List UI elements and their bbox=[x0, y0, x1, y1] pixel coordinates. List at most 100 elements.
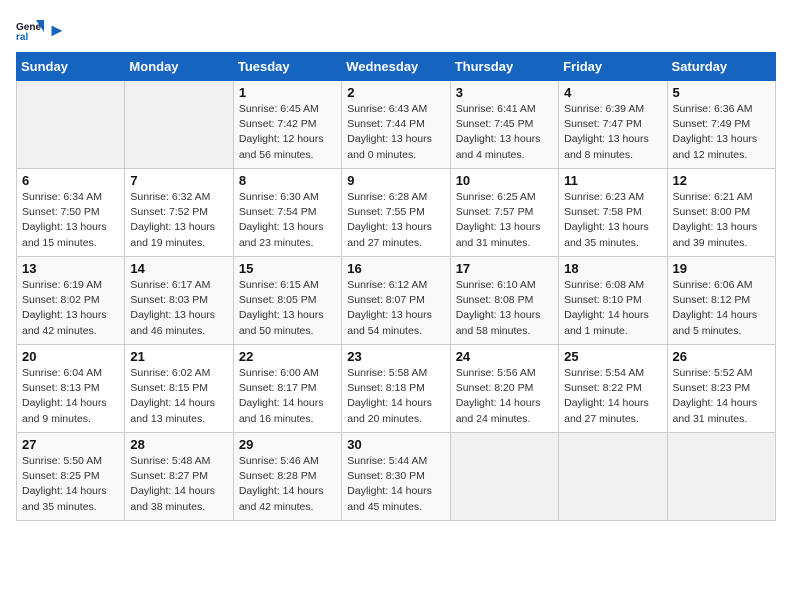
day-info: Sunrise: 6:00 AM Sunset: 8:17 PM Dayligh… bbox=[239, 366, 336, 427]
day-number: 8 bbox=[239, 173, 336, 188]
day-info: Sunrise: 6:21 AM Sunset: 8:00 PM Dayligh… bbox=[673, 190, 770, 251]
day-number: 15 bbox=[239, 261, 336, 276]
day-number: 18 bbox=[564, 261, 661, 276]
day-number: 22 bbox=[239, 349, 336, 364]
day-info: Sunrise: 5:52 AM Sunset: 8:23 PM Dayligh… bbox=[673, 366, 770, 427]
day-info: Sunrise: 6:45 AM Sunset: 7:42 PM Dayligh… bbox=[239, 102, 336, 163]
table-cell: 23 Sunrise: 5:58 AM Sunset: 8:18 PM Dayli… bbox=[342, 345, 450, 433]
table-cell: 27Sunrise: 5:50 AM Sunset: 8:25 PM Dayli… bbox=[17, 433, 125, 521]
day-info: Sunrise: 6:06 AM Sunset: 8:12 PM Dayligh… bbox=[673, 278, 770, 339]
day-info: Sunrise: 5:44 AM Sunset: 8:30 PM Dayligh… bbox=[347, 454, 444, 515]
day-number: 1 bbox=[239, 85, 336, 100]
week-row-3: 13 Sunrise: 6:19 AM Sunset: 8:02 PM Dayli… bbox=[17, 257, 776, 345]
table-cell: 14 Sunrise: 6:17 AM Sunset: 8:03 PM Dayli… bbox=[125, 257, 233, 345]
day-number: 4 bbox=[564, 85, 661, 100]
day-number: 24 bbox=[456, 349, 553, 364]
day-number: 23 bbox=[347, 349, 444, 364]
day-number: 2 bbox=[347, 85, 444, 100]
day-number: 14 bbox=[130, 261, 227, 276]
day-number: 9 bbox=[347, 173, 444, 188]
table-cell: 18 Sunrise: 6:08 AM Sunset: 8:10 PM Dayli… bbox=[559, 257, 667, 345]
day-info: Sunrise: 5:56 AM Sunset: 8:20 PM Dayligh… bbox=[456, 366, 553, 427]
week-row-2: 6Sunrise: 6:34 AM Sunset: 7:50 PM Daylig… bbox=[17, 169, 776, 257]
table-cell: 16Sunrise: 6:12 AM Sunset: 8:07 PM Dayli… bbox=[342, 257, 450, 345]
day-info: Sunrise: 6:08 AM Sunset: 8:10 PM Dayligh… bbox=[564, 278, 661, 339]
day-info: Sunrise: 6:10 AM Sunset: 8:08 PM Dayligh… bbox=[456, 278, 553, 339]
table-cell: 21Sunrise: 6:02 AM Sunset: 8:15 PM Dayli… bbox=[125, 345, 233, 433]
day-info: Sunrise: 6:02 AM Sunset: 8:15 PM Dayligh… bbox=[130, 366, 227, 427]
weekday-header-row: SundayMondayTuesdayWednesdayThursdayFrid… bbox=[17, 53, 776, 81]
table-cell: 10 Sunrise: 6:25 AM Sunset: 7:57 PM Dayli… bbox=[450, 169, 558, 257]
day-number: 26 bbox=[673, 349, 770, 364]
week-row-4: 20 Sunrise: 6:04 AM Sunset: 8:13 PM Dayli… bbox=[17, 345, 776, 433]
table-cell: 17 Sunrise: 6:10 AM Sunset: 8:08 PM Dayli… bbox=[450, 257, 558, 345]
day-number: 3 bbox=[456, 85, 553, 100]
weekday-header-monday: Monday bbox=[125, 53, 233, 81]
day-info: Sunrise: 6:36 AM Sunset: 7:49 PM Dayligh… bbox=[673, 102, 770, 163]
table-cell: 19 Sunrise: 6:06 AM Sunset: 8:12 PM Dayli… bbox=[667, 257, 775, 345]
table-cell: 20 Sunrise: 6:04 AM Sunset: 8:13 PM Dayli… bbox=[17, 345, 125, 433]
day-info: Sunrise: 6:43 AM Sunset: 7:44 PM Dayligh… bbox=[347, 102, 444, 163]
table-cell: 25Sunrise: 5:54 AM Sunset: 8:22 PM Dayli… bbox=[559, 345, 667, 433]
table-cell: 26 Sunrise: 5:52 AM Sunset: 8:23 PM Dayli… bbox=[667, 345, 775, 433]
table-cell: 5 Sunrise: 6:36 AM Sunset: 7:49 PM Daylig… bbox=[667, 81, 775, 169]
day-number: 10 bbox=[456, 173, 553, 188]
table-cell bbox=[17, 81, 125, 169]
day-number: 28 bbox=[130, 437, 227, 452]
day-number: 17 bbox=[456, 261, 553, 276]
day-info: Sunrise: 5:54 AM Sunset: 8:22 PM Dayligh… bbox=[564, 366, 661, 427]
day-info: Sunrise: 5:58 AM Sunset: 8:18 PM Dayligh… bbox=[347, 366, 444, 427]
day-info: Sunrise: 6:34 AM Sunset: 7:50 PM Dayligh… bbox=[22, 190, 119, 251]
table-cell: 7Sunrise: 6:32 AM Sunset: 7:52 PM Daylig… bbox=[125, 169, 233, 257]
svg-text:ral: ral bbox=[16, 32, 28, 43]
day-number: 13 bbox=[22, 261, 119, 276]
table-cell: 2 Sunrise: 6:43 AM Sunset: 7:44 PM Daylig… bbox=[342, 81, 450, 169]
day-number: 5 bbox=[673, 85, 770, 100]
day-number: 30 bbox=[347, 437, 444, 452]
weekday-header-tuesday: Tuesday bbox=[233, 53, 341, 81]
table-cell bbox=[125, 81, 233, 169]
day-info: Sunrise: 6:04 AM Sunset: 8:13 PM Dayligh… bbox=[22, 366, 119, 427]
table-cell: 29Sunrise: 5:46 AM Sunset: 8:28 PM Dayli… bbox=[233, 433, 341, 521]
day-number: 7 bbox=[130, 173, 227, 188]
table-cell: 13 Sunrise: 6:19 AM Sunset: 8:02 PM Dayli… bbox=[17, 257, 125, 345]
day-info: Sunrise: 6:15 AM Sunset: 8:05 PM Dayligh… bbox=[239, 278, 336, 339]
table-cell: 30 Sunrise: 5:44 AM Sunset: 8:30 PM Dayli… bbox=[342, 433, 450, 521]
day-number: 11 bbox=[564, 173, 661, 188]
table-cell bbox=[559, 433, 667, 521]
day-info: Sunrise: 6:25 AM Sunset: 7:57 PM Dayligh… bbox=[456, 190, 553, 251]
week-row-5: 27Sunrise: 5:50 AM Sunset: 8:25 PM Dayli… bbox=[17, 433, 776, 521]
day-info: Sunrise: 5:50 AM Sunset: 8:25 PM Dayligh… bbox=[22, 454, 119, 515]
table-cell: 1 Sunrise: 6:45 AM Sunset: 7:42 PM Daylig… bbox=[233, 81, 341, 169]
day-info: Sunrise: 6:23 AM Sunset: 7:58 PM Dayligh… bbox=[564, 190, 661, 251]
day-info: Sunrise: 6:17 AM Sunset: 8:03 PM Dayligh… bbox=[130, 278, 227, 339]
table-cell: 9 Sunrise: 6:28 AM Sunset: 7:55 PM Daylig… bbox=[342, 169, 450, 257]
table-cell: 3 Sunrise: 6:41 AM Sunset: 7:45 PM Daylig… bbox=[450, 81, 558, 169]
table-cell: 6Sunrise: 6:34 AM Sunset: 7:50 PM Daylig… bbox=[17, 169, 125, 257]
day-info: Sunrise: 6:28 AM Sunset: 7:55 PM Dayligh… bbox=[347, 190, 444, 251]
logo: Gene ral ► bbox=[16, 16, 66, 44]
table-cell: 15 Sunrise: 6:15 AM Sunset: 8:05 PM Dayli… bbox=[233, 257, 341, 345]
day-info: Sunrise: 5:46 AM Sunset: 8:28 PM Dayligh… bbox=[239, 454, 336, 515]
table-cell: 28 Sunrise: 5:48 AM Sunset: 8:27 PM Dayli… bbox=[125, 433, 233, 521]
day-number: 12 bbox=[673, 173, 770, 188]
weekday-header-saturday: Saturday bbox=[667, 53, 775, 81]
table-cell: 4Sunrise: 6:39 AM Sunset: 7:47 PM Daylig… bbox=[559, 81, 667, 169]
day-info: Sunrise: 6:41 AM Sunset: 7:45 PM Dayligh… bbox=[456, 102, 553, 163]
table-cell: 8 Sunrise: 6:30 AM Sunset: 7:54 PM Daylig… bbox=[233, 169, 341, 257]
weekday-header-friday: Friday bbox=[559, 53, 667, 81]
weekday-header-sunday: Sunday bbox=[17, 53, 125, 81]
day-info: Sunrise: 6:19 AM Sunset: 8:02 PM Dayligh… bbox=[22, 278, 119, 339]
day-info: Sunrise: 6:30 AM Sunset: 7:54 PM Dayligh… bbox=[239, 190, 336, 251]
day-number: 16 bbox=[347, 261, 444, 276]
day-number: 19 bbox=[673, 261, 770, 276]
table-cell: 22 Sunrise: 6:00 AM Sunset: 8:17 PM Dayli… bbox=[233, 345, 341, 433]
table-cell bbox=[667, 433, 775, 521]
table-cell: 24 Sunrise: 5:56 AM Sunset: 8:20 PM Dayli… bbox=[450, 345, 558, 433]
day-number: 20 bbox=[22, 349, 119, 364]
day-info: Sunrise: 5:48 AM Sunset: 8:27 PM Dayligh… bbox=[130, 454, 227, 515]
table-cell: 12 Sunrise: 6:21 AM Sunset: 8:00 PM Dayli… bbox=[667, 169, 775, 257]
table-cell bbox=[450, 433, 558, 521]
week-row-1: 1 Sunrise: 6:45 AM Sunset: 7:42 PM Daylig… bbox=[17, 81, 776, 169]
logo-icon: Gene ral bbox=[16, 16, 44, 44]
